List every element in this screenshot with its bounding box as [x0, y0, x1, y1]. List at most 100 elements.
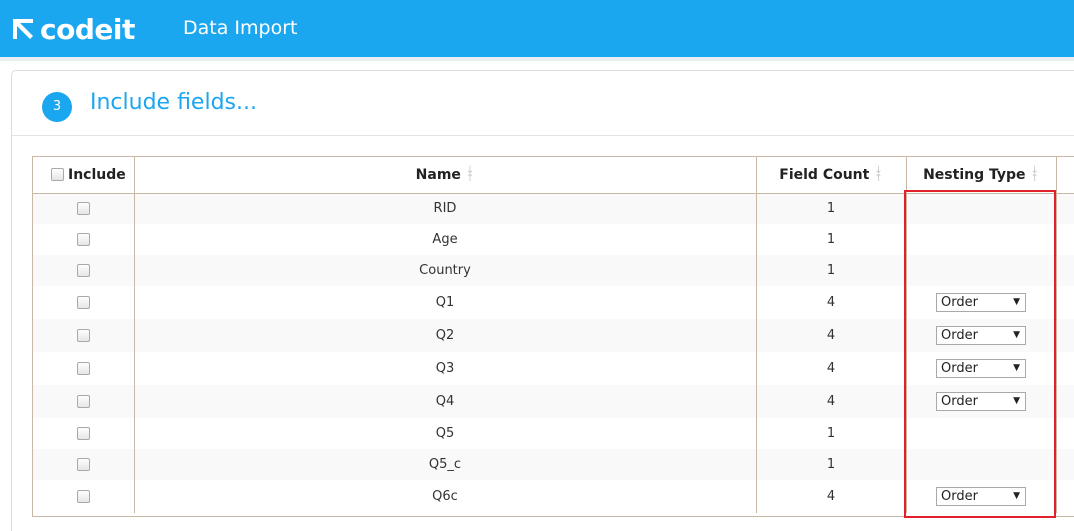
column-header-label: Include [68, 166, 126, 183]
nesting-type-select[interactable]: Order ▼ [936, 326, 1026, 345]
field-name-cell: Q1 [134, 286, 757, 319]
field-count-cell: 1 [756, 193, 907, 224]
field-count-cell: 4 [756, 319, 907, 352]
extra-cell [1056, 449, 1074, 480]
field-name-cell: Q2 [134, 319, 757, 352]
table-row: Q5 1 [33, 418, 1074, 449]
nesting-type-cell: Order ▼ [906, 480, 1057, 513]
include-checkbox[interactable] [76, 264, 90, 277]
table-row: Country 1 [33, 255, 1074, 286]
table-row: Q5_c 1 [33, 449, 1074, 480]
field-count-cell: 1 [756, 224, 907, 255]
include-checkbox[interactable] [76, 362, 90, 375]
include-all-checkbox[interactable] [51, 168, 64, 182]
step-number-badge: 3 [42, 92, 72, 122]
include-cell [33, 352, 135, 385]
nesting-type-select[interactable]: Order ▼ [936, 293, 1026, 312]
logo-arrow-icon [13, 19, 33, 39]
brand-logo[interactable]: codeit [10, 13, 135, 46]
step-title: Include fields... [90, 90, 257, 115]
field-count-cell: 4 [756, 480, 907, 513]
include-checkbox[interactable] [76, 395, 90, 408]
sort-icon: ↓ ↑ [874, 164, 883, 184]
nesting-type-cell [906, 224, 1057, 255]
header-divider [0, 57, 1074, 61]
dropdown-arrow-icon: ▼ [1013, 363, 1020, 373]
include-cell [33, 319, 135, 352]
table-row: RID 1 [33, 193, 1074, 224]
column-header-label: Field Count [779, 166, 870, 183]
panel-header: 3 Include fields... [12, 71, 1074, 136]
nesting-type-value: Order [941, 394, 978, 409]
nesting-type-cell [906, 193, 1057, 224]
app-title: Data Import [183, 17, 298, 39]
column-header-field-count[interactable]: Field Count ↓ ↑ [756, 157, 907, 194]
table-body: RID 1 Age 1 Country 1 Q1 4 Order ▼ Q2 4 Order ▼ Q3 4 Ord… [33, 193, 1074, 513]
field-name-cell: Country [134, 255, 757, 286]
nesting-type-cell [906, 418, 1057, 449]
nesting-type-cell: Order ▼ [906, 286, 1057, 319]
field-name-cell: Q5 [134, 418, 757, 449]
extra-cell [1056, 319, 1074, 352]
include-checkbox[interactable] [76, 458, 90, 471]
nesting-type-value: Order [941, 361, 978, 376]
field-name-cell: Q5_c [134, 449, 757, 480]
field-name-cell: Q4 [134, 385, 757, 418]
column-header-name[interactable]: Name ↓ ↑ [134, 157, 757, 194]
table-row: Q3 4 Order ▼ [33, 352, 1074, 385]
sort-icon: ↓ ↑ [465, 164, 475, 184]
field-count-cell: 1 [756, 449, 907, 480]
dropdown-arrow-icon: ▼ [1013, 491, 1020, 501]
nesting-type-select[interactable]: Order ▼ [936, 487, 1026, 506]
table-header-row: Include Name ↓ ↑ Field Count ↓ ↑ Nesting Typ… [33, 157, 1074, 194]
nesting-type-select[interactable]: Order ▼ [936, 359, 1026, 378]
extra-cell [1056, 385, 1074, 418]
nesting-type-cell [906, 255, 1057, 286]
column-header-nesting-type[interactable]: Nesting Type ↓ ↑ [906, 157, 1057, 194]
fields-table: Include Name ↓ ↑ Field Count ↓ ↑ Nesting Typ… [33, 157, 1074, 513]
field-count-cell: 4 [756, 352, 907, 385]
nesting-type-cell [906, 449, 1057, 480]
field-count-cell: 4 [756, 385, 907, 418]
include-checkbox[interactable] [76, 329, 90, 342]
extra-cell [1056, 224, 1074, 255]
table-row: Q6c 4 Order ▼ [33, 480, 1074, 513]
nesting-type-cell: Order ▼ [906, 319, 1057, 352]
table-row: Age 1 [33, 224, 1074, 255]
extra-cell [1056, 480, 1074, 513]
include-cell [33, 286, 135, 319]
nesting-type-select[interactable]: Order ▼ [936, 392, 1026, 411]
include-cell [33, 255, 135, 286]
table-row: Q4 4 Order ▼ [33, 385, 1074, 418]
nesting-type-value: Order [941, 489, 978, 504]
field-count-cell: 4 [756, 286, 907, 319]
include-checkbox[interactable] [76, 202, 90, 216]
top-bar: codeit Data Import [0, 0, 1074, 57]
extra-cell [1056, 286, 1074, 319]
nesting-type-value: Order [941, 295, 978, 310]
column-header-include: Include [33, 157, 135, 194]
include-cell [33, 193, 135, 224]
extra-cell [1056, 193, 1074, 224]
include-checkbox[interactable] [76, 427, 90, 440]
field-count-cell: 1 [756, 418, 907, 449]
extra-cell [1056, 255, 1074, 286]
sort-icon: ↓ ↑ [1030, 164, 1039, 184]
column-header-label: Name [415, 166, 461, 183]
include-checkbox[interactable] [76, 233, 90, 246]
include-checkbox[interactable] [76, 296, 90, 309]
column-header-label: Nesting Type [923, 166, 1026, 183]
include-cell [33, 224, 135, 255]
table-row: Q2 4 Order ▼ [33, 319, 1074, 352]
dropdown-arrow-icon: ▼ [1013, 330, 1020, 340]
nesting-type-value: Order [941, 328, 978, 343]
extra-cell [1056, 418, 1074, 449]
column-header-extra [1056, 157, 1074, 194]
table-row: Q1 4 Order ▼ [33, 286, 1074, 319]
include-checkbox[interactable] [76, 490, 90, 503]
include-cell [33, 449, 135, 480]
field-name-cell: Q6c [134, 480, 757, 513]
dropdown-arrow-icon: ▼ [1013, 396, 1020, 406]
nesting-type-cell: Order ▼ [906, 385, 1057, 418]
field-name-cell: Age [134, 224, 757, 255]
